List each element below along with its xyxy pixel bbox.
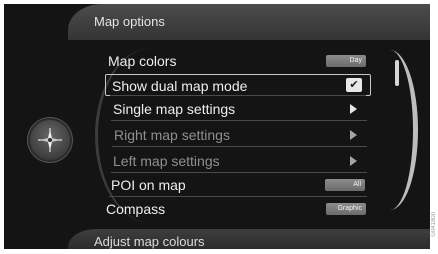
menu-item-single-map-settings[interactable]: Single map settings: [107, 98, 371, 121]
value-badge: Day: [326, 55, 366, 67]
menu-item-right-map-settings[interactable]: Right map settings: [108, 124, 371, 147]
menu-item-compass[interactable]: Compass Graphic: [100, 198, 372, 220]
menu-item-label: Show dual map mode: [112, 78, 248, 94]
arrow-right-icon: [350, 130, 357, 140]
compass-icon: [30, 120, 70, 160]
menu-item-show-dual-map-mode[interactable]: Show dual map mode ✔: [105, 74, 371, 96]
options-menu: Map colors Day Show dual map mode ✔ Single m…: [95, 48, 376, 223]
arrow-right-icon: [350, 104, 357, 114]
menu-item-poi-on-map[interactable]: POI on map All: [105, 174, 371, 197]
figure-code: G041800: [431, 212, 437, 237]
header-bar: Map options: [68, 4, 430, 40]
value-badge: All: [325, 179, 365, 191]
value-badge: Graphic: [326, 203, 366, 215]
checkmark-icon[interactable]: ✔: [346, 78, 362, 92]
menu-item-label: Compass: [106, 201, 166, 217]
nav-screen: Map options Map colors Day Show dual map m…: [4, 4, 430, 249]
footer-bar: Adjust map colours: [68, 229, 430, 249]
menu-item-label: Single map settings: [113, 101, 236, 117]
scrollbar-thumb[interactable]: [395, 60, 399, 86]
menu-item-map-colors[interactable]: Map colors Day: [102, 50, 372, 72]
menu-item-left-map-settings[interactable]: Left map settings: [107, 150, 371, 173]
menu-item-label: Right map settings: [114, 127, 230, 143]
menu-item-label: Map colors: [108, 53, 177, 69]
page-title: Map options: [94, 14, 165, 29]
menu-item-label: Left map settings: [113, 153, 220, 169]
menu-item-label: POI on map: [111, 177, 186, 193]
scrollbar-track[interactable]: [384, 50, 418, 210]
arrow-right-icon: [350, 156, 357, 166]
help-text: Adjust map colours: [94, 234, 205, 249]
